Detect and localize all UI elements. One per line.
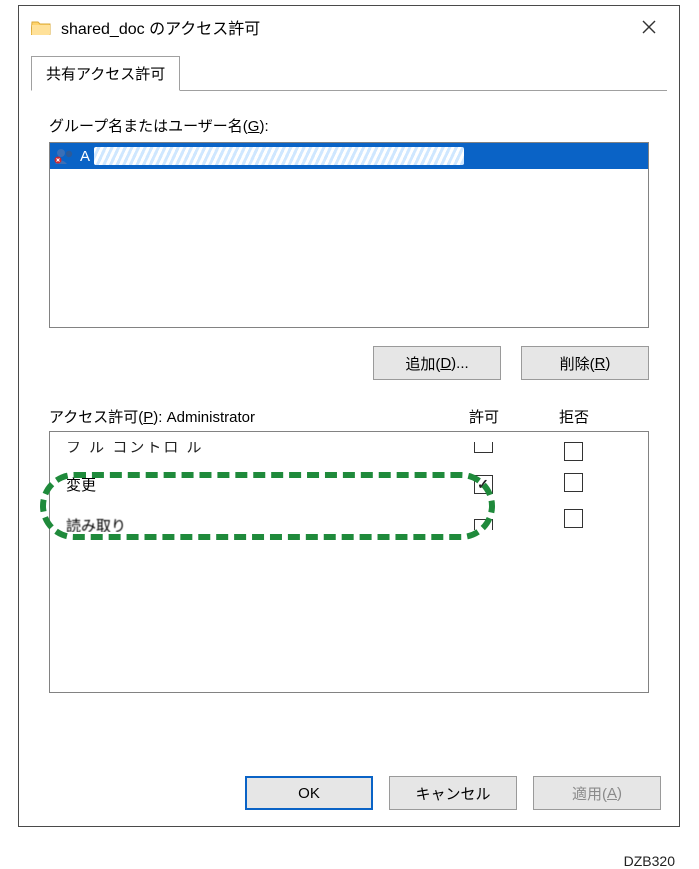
redacted-text bbox=[94, 147, 464, 165]
table-row: 変更 bbox=[66, 466, 608, 502]
table-row: 読み取り bbox=[66, 502, 608, 532]
permissions-listbox: フ ル コントロ ル 変更 読み取り bbox=[49, 431, 649, 693]
allow-checkbox-read[interactable] bbox=[474, 519, 493, 530]
group-users-listbox[interactable]: A bbox=[49, 142, 649, 328]
ok-button[interactable]: OK bbox=[245, 776, 373, 810]
tab-panel: グループ名またはユーザー名(G): A bbox=[31, 91, 667, 693]
permission-name-change: 変更 bbox=[66, 474, 428, 495]
deny-checkbox-read[interactable] bbox=[564, 509, 583, 528]
permissions-for-label: アクセス許可(P): Administrator bbox=[49, 406, 429, 427]
tab-row: 共有アクセス許可 bbox=[31, 56, 679, 91]
remove-button[interactable]: 削除(R) bbox=[521, 346, 649, 380]
deny-checkbox-fullcontrol[interactable] bbox=[564, 442, 583, 461]
figure-caption: DZB320 bbox=[624, 853, 675, 869]
titlebar: shared_doc のアクセス許可 bbox=[19, 6, 679, 48]
allow-checkbox-fullcontrol[interactable] bbox=[474, 442, 493, 453]
add-button[interactable]: 追加(D)... bbox=[373, 346, 501, 380]
cancel-button[interactable]: キャンセル bbox=[389, 776, 517, 810]
group-users-label: グループ名またはユーザー名(G): bbox=[49, 115, 649, 136]
column-header-deny: 拒否 bbox=[539, 406, 609, 427]
column-header-allow: 許可 bbox=[429, 406, 539, 427]
deny-checkbox-change[interactable] bbox=[564, 473, 583, 492]
user-icon bbox=[54, 147, 76, 165]
apply-button[interactable]: 適用(A) bbox=[533, 776, 661, 810]
permissions-dialog: shared_doc のアクセス許可 共有アクセス許可 グループ名またはユーザー… bbox=[18, 5, 680, 827]
tab-sharing-permissions[interactable]: 共有アクセス許可 bbox=[31, 56, 180, 91]
folder-icon bbox=[31, 19, 51, 35]
close-icon bbox=[641, 19, 657, 35]
list-item-label-prefix: A bbox=[80, 148, 90, 165]
permission-name: 読み取り bbox=[66, 511, 428, 532]
list-item[interactable]: A bbox=[50, 143, 648, 169]
allow-checkbox-change[interactable] bbox=[474, 475, 493, 494]
table-row: フ ル コントロ ル bbox=[66, 442, 608, 466]
close-button[interactable] bbox=[625, 12, 673, 42]
dialog-title: shared_doc のアクセス許可 bbox=[61, 15, 615, 39]
permission-name: フ ル コントロ ル bbox=[66, 442, 428, 463]
